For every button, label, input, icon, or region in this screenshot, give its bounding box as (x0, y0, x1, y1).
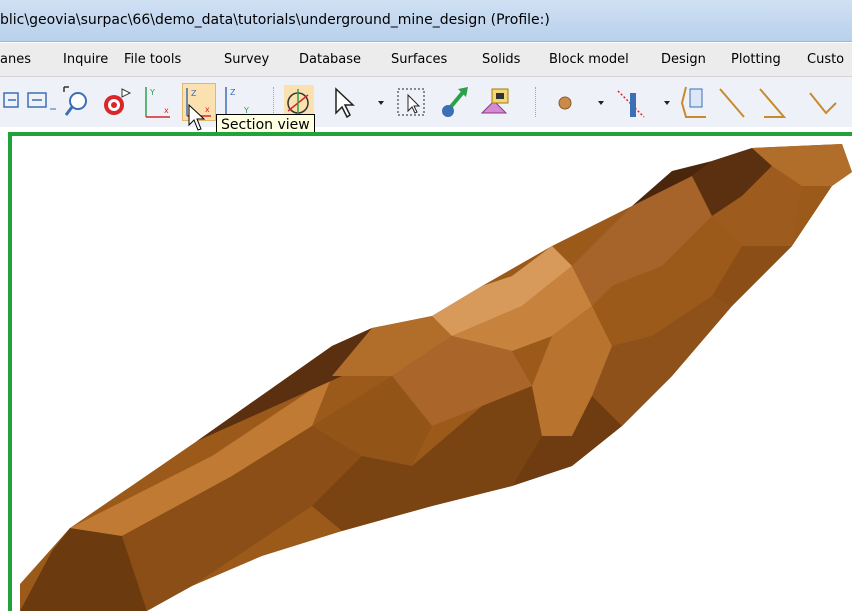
toolbar: Yx Zx Z Y (0, 77, 852, 127)
mouse-cursor-icon (188, 103, 206, 131)
toolbar-separator (535, 87, 538, 117)
graphics-icon[interactable] (478, 83, 512, 121)
plan-view-icon[interactable]: Yx (140, 83, 174, 121)
menu-surfaces[interactable]: Surfaces (391, 52, 447, 67)
svg-text:Y: Y (149, 88, 155, 97)
menu-database[interactable]: Database (299, 52, 361, 67)
svg-text:Z: Z (191, 89, 197, 98)
graphics-viewport[interactable] (8, 132, 852, 611)
select-point-icon[interactable] (394, 83, 428, 121)
string-icon[interactable] (676, 83, 710, 121)
triangle-icon[interactable] (756, 83, 790, 121)
transform-icon[interactable] (438, 83, 472, 121)
svg-text:Z: Z (230, 88, 236, 97)
menu-plotting[interactable]: Plotting (731, 52, 781, 67)
line-icon[interactable] (716, 83, 750, 121)
menu-block-model[interactable]: Block model (549, 52, 629, 67)
plane-icon[interactable] (26, 83, 60, 121)
menu-planes[interactable]: anes (0, 52, 31, 67)
menu-customise[interactable]: Custo (807, 52, 844, 67)
orebody-solid (20, 144, 852, 611)
point-icon[interactable] (550, 83, 584, 121)
menu-file-tools[interactable]: File tools (124, 52, 181, 67)
title-bar: blic\geovia\surpac\66\demo_data\tutorial… (0, 0, 852, 42)
menu-design[interactable]: Design (661, 52, 706, 67)
segment-split-icon[interactable] (614, 83, 648, 121)
zoom-extents-icon[interactable] (62, 83, 96, 121)
arc-icon[interactable] (806, 83, 840, 121)
menu-survey[interactable]: Survey (224, 52, 269, 67)
select-arrow-icon[interactable] (328, 83, 362, 121)
menu-inquire[interactable]: Inquire (63, 52, 108, 67)
window-title: blic\geovia\surpac\66\demo_data\tutorial… (0, 12, 550, 28)
menu-bar: anes Inquire File tools Survey Database … (0, 43, 852, 77)
menu-solids[interactable]: Solids (482, 52, 520, 67)
target-icon[interactable] (100, 83, 134, 121)
toolbar-separator (273, 87, 276, 117)
svg-text:x: x (164, 106, 169, 115)
